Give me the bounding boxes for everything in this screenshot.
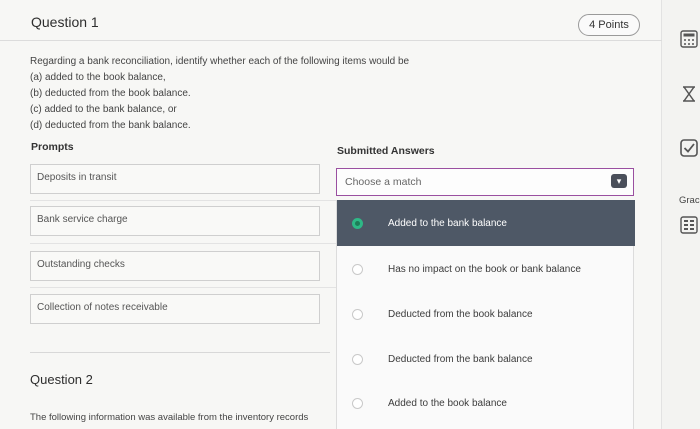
match-options-list: Added to the bank balance Has no impact … [336, 200, 635, 429]
prompts-header: Prompts [31, 141, 74, 153]
radio-selected-icon [352, 217, 363, 229]
option-added-to-book[interactable]: Added to the book balance [337, 380, 635, 426]
prompt-outstanding-checks: Outstanding checks [30, 251, 320, 281]
prompt-collection-of-notes: Collection of notes receivable [30, 294, 320, 324]
question-2-title: Question 2 [30, 372, 93, 387]
option-deducted-from-bank[interactable]: Deducted from the bank balance [337, 336, 635, 382]
question-line: (d) deducted from the bank balance. [30, 120, 191, 131]
radio-icon [352, 308, 363, 320]
question-line: (a) added to the book balance, [30, 72, 166, 83]
question-card: Question 1 4 Points Regarding a bank rec… [0, 0, 662, 429]
radio-icon [352, 353, 363, 365]
prompt-bank-service-charge: Bank service charge [30, 206, 320, 236]
grade-label[interactable]: Grac [679, 195, 700, 206]
hourglass-icon[interactable] [680, 85, 698, 103]
question-line: Regarding a bank reconciliation, identif… [30, 56, 410, 67]
radio-icon [352, 263, 363, 275]
question-text: Regarding a bank reconciliation, identif… [30, 54, 409, 134]
option-label: Has no impact on the book or bank balanc… [388, 263, 581, 275]
option-label: Deducted from the book balance [388, 308, 533, 320]
calculator-icon[interactable] [680, 30, 698, 48]
option-added-to-bank-balance[interactable]: Added to the bank balance [337, 200, 635, 246]
points-badge: 4 Points [578, 14, 640, 36]
option-label: Deducted from the bank balance [388, 353, 533, 365]
select-placeholder: Choose a match [345, 176, 422, 188]
submitted-answers-header: Submitted Answers [337, 145, 435, 157]
prompt-deposits-in-transit: Deposits in transit [30, 164, 320, 194]
chevron-down-icon[interactable]: ▾ [611, 174, 627, 188]
checkbox-icon[interactable] [680, 139, 698, 157]
question-line: (c) added to the bank balance, or [30, 104, 177, 115]
option-no-impact[interactable]: Has no impact on the book or bank balanc… [337, 246, 635, 292]
option-label: Added to the book balance [388, 397, 507, 409]
match-select[interactable]: Choose a match ▾ [336, 168, 634, 196]
tool-sidebar [670, 0, 700, 429]
header-divider [0, 40, 662, 41]
section-divider [30, 352, 330, 353]
radio-icon [352, 397, 363, 409]
option-label: Added to the bank balance [388, 217, 507, 229]
question-2-text: The following information was available … [30, 412, 309, 423]
question-1-title: Question 1 [31, 14, 99, 30]
gradebook-icon[interactable] [680, 216, 698, 234]
question-line: (b) deducted from the book balance. [30, 88, 191, 99]
option-deducted-from-book[interactable]: Deducted from the book balance [337, 291, 635, 337]
